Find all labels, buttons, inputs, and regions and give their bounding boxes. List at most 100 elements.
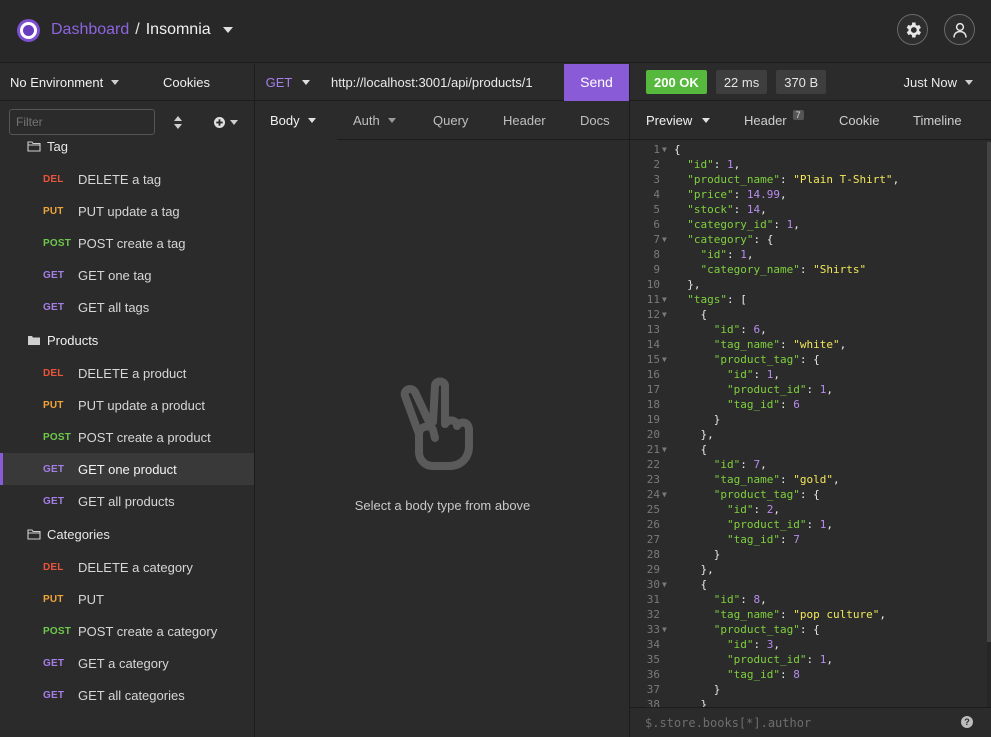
code-line: 15 ▼ "product_tag": { (630, 352, 991, 367)
fold-toggle-icon (662, 202, 671, 217)
folder-categories[interactable]: Categories (0, 517, 254, 551)
code-text: "category": { (687, 233, 774, 246)
add-request-button[interactable] (214, 116, 238, 128)
request-item[interactable]: POST POST create a tag (0, 227, 254, 259)
tab-response-header[interactable]: Header 7 (744, 101, 825, 140)
tab-timeline[interactable]: Timeline (913, 101, 962, 140)
request-item[interactable]: GET GET all tags (0, 291, 254, 323)
request-label: GET all tags (78, 299, 150, 315)
fold-toggle-icon (662, 517, 671, 532)
settings-button[interactable] (897, 14, 928, 45)
folder-open-icon (28, 336, 40, 345)
code-text: }, (674, 428, 714, 441)
code-text: "product_tag": { (713, 488, 820, 501)
response-filter-bar[interactable]: $.store.books[*].author ? (630, 707, 991, 737)
request-item[interactable]: DEL DELETE a product (0, 357, 254, 389)
request-label: POST create a category (78, 623, 218, 639)
send-button[interactable]: Send (564, 63, 629, 101)
code-text: "category_name": "Shirts" (700, 263, 867, 276)
fold-toggle-icon (662, 277, 671, 292)
account-button[interactable] (944, 14, 975, 45)
chevron-down-icon[interactable] (222, 27, 233, 33)
tab-auth[interactable]: Auth (353, 101, 433, 140)
fold-toggle-icon[interactable]: ▼ (662, 352, 671, 367)
tab-cookie[interactable]: Cookie (839, 101, 913, 140)
scrollbar-thumb[interactable] (987, 142, 991, 642)
chevron-down-icon (387, 117, 396, 123)
fold-toggle-icon[interactable]: ▼ (662, 142, 671, 157)
code-line: 18 "tag_id": 6 (630, 397, 991, 412)
environment-row: No Environment Cookies (0, 64, 254, 101)
cookies-button[interactable]: Cookies (163, 75, 210, 90)
request-item[interactable]: PUT PUT update a tag (0, 195, 254, 227)
request-item[interactable]: POST POST create a category (0, 615, 254, 647)
code-text: "category_id": 1, (687, 218, 800, 231)
fold-toggle-icon[interactable]: ▼ (662, 292, 671, 307)
code-line: 11 ▼ "tags": [ (630, 292, 991, 307)
tab-body-label: Body (270, 112, 300, 128)
request-item[interactable]: GET GET one product (0, 453, 254, 485)
method-select[interactable]: GET (255, 75, 321, 90)
fold-toggle-icon[interactable]: ▼ (662, 487, 671, 502)
request-item[interactable]: DEL DELETE a tag (0, 163, 254, 195)
line-number: 18 (646, 398, 660, 411)
request-item[interactable]: GET GET one tag (0, 259, 254, 291)
help-icon[interactable]: ? (961, 716, 973, 728)
code-line: 19 } (630, 412, 991, 427)
code-text: "product_tag": { (713, 623, 820, 636)
method-badge: DEL (43, 561, 64, 573)
request-label: GET all categories (78, 687, 185, 703)
history-dropdown[interactable]: Just Now (904, 75, 973, 90)
time-badge: 22 ms (715, 70, 768, 94)
project-name[interactable]: Insomnia (146, 21, 211, 39)
logo-icon[interactable] (17, 19, 40, 42)
request-item[interactable]: PUT PUT update a product (0, 389, 254, 421)
line-number: 6 (653, 218, 660, 231)
line-number: 32 (646, 608, 660, 621)
fold-toggle-icon[interactable]: ▼ (662, 622, 671, 637)
tab-docs[interactable]: Docs (580, 101, 610, 140)
request-item[interactable]: POST POST create a product (0, 421, 254, 453)
chevron-down-icon (307, 117, 316, 123)
response-filter-input[interactable]: $.store.books[*].author (645, 716, 811, 730)
line-number: 5 (653, 203, 660, 216)
fold-toggle-icon[interactable]: ▼ (662, 232, 671, 247)
fold-toggle-icon[interactable]: ▼ (662, 442, 671, 457)
fold-toggle-icon[interactable]: ▼ (662, 577, 671, 592)
folder-tag[interactable]: Tag (0, 129, 254, 163)
code-line: 22 "id": 7, (630, 457, 991, 472)
request-label: DELETE a category (78, 559, 193, 575)
size-badge: 370 B (776, 70, 827, 94)
url-input[interactable]: http://localhost:3001/api/products/1 (321, 75, 564, 90)
code-text: "tag_name": "gold", (713, 473, 840, 486)
request-item[interactable]: GET GET all products (0, 485, 254, 517)
code-line: 35 "product_id": 1, (630, 652, 991, 667)
code-text: "product_id": 1, (726, 383, 833, 396)
environment-select[interactable]: No Environment (10, 75, 120, 90)
fold-toggle-icon (662, 157, 671, 172)
request-item[interactable]: GET GET a category (0, 647, 254, 679)
request-item[interactable]: PUT PUT (0, 583, 254, 615)
request-item[interactable]: GET GET all categories (0, 679, 254, 711)
fold-toggle-icon (662, 667, 671, 682)
line-number: 26 (646, 518, 660, 531)
code-line: 24 ▼ "product_tag": { (630, 487, 991, 502)
tab-preview[interactable]: Preview (630, 101, 728, 140)
folder-products[interactable]: Products (0, 323, 254, 357)
code-text: "id": 8, (713, 593, 767, 606)
tab-query[interactable]: Query (433, 101, 503, 140)
code-line: 13 "id": 6, (630, 322, 991, 337)
dashboard-link[interactable]: Dashboard (51, 21, 129, 39)
line-number: 24 (646, 488, 660, 501)
code-text: } (674, 413, 721, 426)
tab-timeline-label: Timeline (913, 112, 962, 128)
code-text: }, (674, 563, 714, 576)
empty-state-message: Select a body type from above (354, 498, 531, 513)
tab-header[interactable]: Header (503, 101, 580, 140)
request-item[interactable]: DEL DELETE a category (0, 551, 254, 583)
fold-toggle-icon[interactable]: ▼ (662, 307, 671, 322)
folder-label: Products (47, 332, 99, 348)
tab-body[interactable]: Body (255, 100, 337, 140)
line-number: 33 (646, 623, 660, 636)
response-body-viewer[interactable]: 1 ▼{2 "id": 1, 3 "product_name": "Plain T-… (630, 142, 991, 707)
